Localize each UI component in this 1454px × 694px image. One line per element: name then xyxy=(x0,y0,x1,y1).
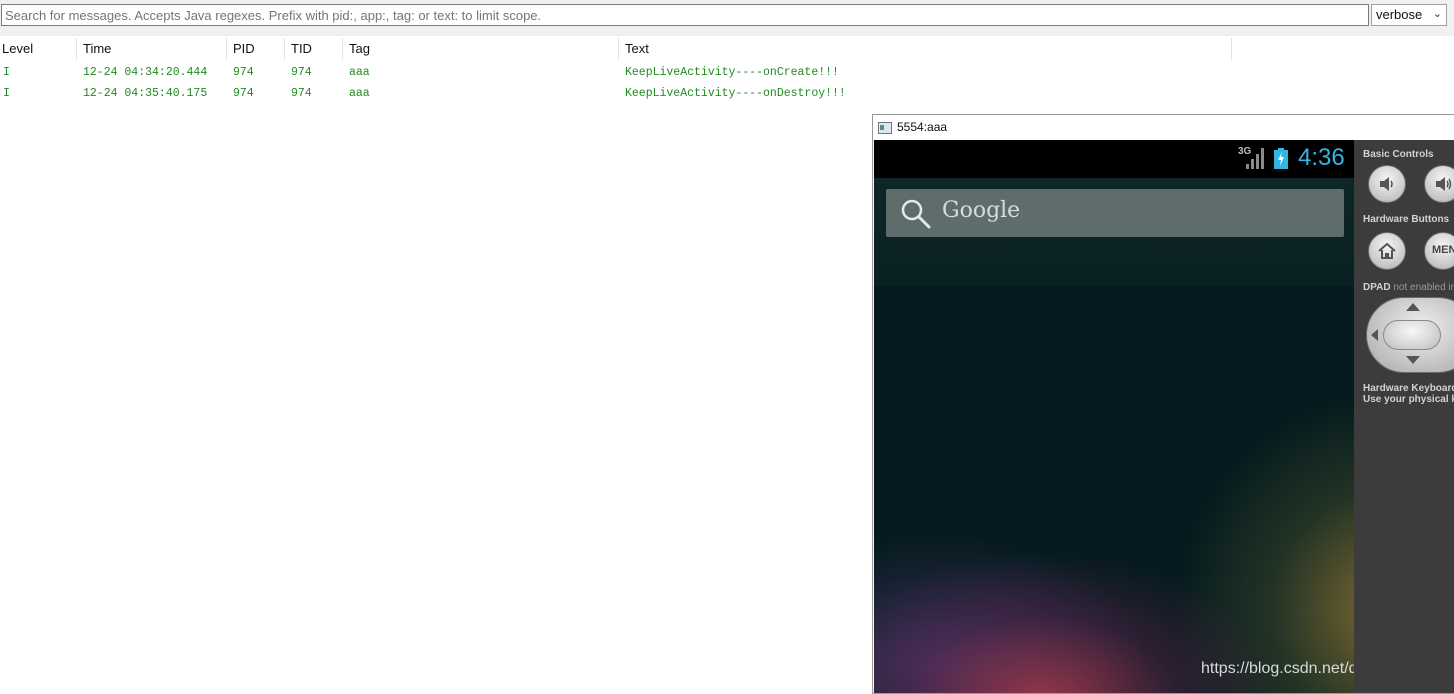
dpad-up-arrow-icon[interactable] xyxy=(1406,303,1420,311)
status-bar: 3G 4:36 xyxy=(874,140,1354,178)
volume-down-button[interactable] xyxy=(1368,165,1406,203)
log-tid: 974 xyxy=(291,66,312,79)
log-time: 12-24 04:35:40.175 xyxy=(83,87,208,100)
home-icon xyxy=(1378,242,1396,259)
search-icon xyxy=(901,199,931,229)
battery-icon xyxy=(1274,148,1288,169)
column-header-level[interactable]: Level xyxy=(0,38,33,60)
signal-strength-icon xyxy=(1246,148,1264,169)
volume-up-button[interactable] xyxy=(1424,165,1454,203)
chevron-down-icon: ⌄ xyxy=(1432,8,1442,20)
search-bar: verbose ⌄ xyxy=(0,0,1454,36)
dpad-control[interactable] xyxy=(1366,297,1454,373)
column-divider[interactable] xyxy=(1231,38,1232,60)
hardware-keyboard-label: Hardware Keyboard xyxy=(1363,383,1454,394)
device-screen[interactable]: 3G 4:36 Google https://blog.csdn.net/qq xyxy=(874,140,1354,693)
log-tag: aaa xyxy=(349,87,370,100)
column-header-tid[interactable]: TID xyxy=(289,38,312,60)
log-row[interactable]: I 12-24 04:35:40.175 974 974 aaa KeepLiv… xyxy=(0,84,870,104)
log-level-select[interactable]: verbose ⌄ xyxy=(1371,4,1447,26)
dpad-note: not enabled in xyxy=(1393,282,1454,293)
log-time: 12-24 04:34:20.444 xyxy=(83,66,208,79)
google-search-label: Google xyxy=(942,198,1021,223)
hardware-buttons-label: Hardware Buttons xyxy=(1363,214,1450,225)
emulator-controls-panel: Basic Controls Hardware Buttons MEN DPAD… xyxy=(1354,140,1454,693)
dpad-center-button[interactable] xyxy=(1383,320,1441,350)
emulator-window[interactable]: 5554:aaa 3G 4:36 Google https://blog.csd… xyxy=(872,114,1454,694)
column-header-pid[interactable]: PID xyxy=(231,38,255,60)
log-level: I xyxy=(3,87,10,100)
emulator-app-icon xyxy=(878,122,892,134)
log-row[interactable]: I 12-24 04:34:20.444 974 974 aaa KeepLiv… xyxy=(0,63,870,83)
log-level-value: verbose xyxy=(1376,7,1423,22)
column-divider[interactable] xyxy=(284,38,285,60)
speaker-icon xyxy=(1380,177,1393,191)
status-clock: 4:36 xyxy=(1298,144,1345,171)
log-tid: 974 xyxy=(291,87,312,100)
dpad-title: DPAD xyxy=(1363,282,1391,293)
google-search-widget[interactable]: Google xyxy=(886,189,1344,237)
emulator-title: 5554:aaa xyxy=(897,120,948,134)
emulator-title-bar[interactable]: 5554:aaa xyxy=(873,115,1454,140)
dpad-down-arrow-icon[interactable] xyxy=(1406,356,1420,364)
dpad-label: DPAD not enabled in xyxy=(1363,282,1454,293)
hardware-keyboard-note: Use your physical ke xyxy=(1363,394,1454,405)
log-text: KeepLiveActivity----onCreate!!! xyxy=(625,66,839,79)
dpad-left-arrow-icon[interactable] xyxy=(1371,329,1378,341)
log-tag: aaa xyxy=(349,66,370,79)
speaker-loud-icon xyxy=(1436,177,1452,191)
message-search-input[interactable] xyxy=(1,4,1369,26)
watermark: https://blog.csdn.net/qq_36828822 xyxy=(1201,660,1354,677)
log-text: KeepLiveActivity----onDestroy!!! xyxy=(625,87,846,100)
log-pid: 974 xyxy=(233,66,254,79)
column-divider[interactable] xyxy=(76,38,77,60)
column-divider[interactable] xyxy=(342,38,343,60)
menu-button[interactable]: MEN xyxy=(1424,232,1454,270)
menu-button-label: MEN xyxy=(1432,244,1454,256)
column-header-text[interactable]: Text xyxy=(623,38,649,60)
log-level: I xyxy=(3,66,10,79)
basic-controls-label: Basic Controls xyxy=(1363,149,1434,160)
log-table-header: Level Time PID TID Tag Text xyxy=(0,38,1232,60)
column-header-tag[interactable]: Tag xyxy=(347,38,370,60)
log-pid: 974 xyxy=(233,87,254,100)
column-divider[interactable] xyxy=(226,38,227,60)
home-button[interactable] xyxy=(1368,232,1406,270)
column-divider[interactable] xyxy=(618,38,619,60)
column-header-time[interactable]: Time xyxy=(81,38,111,60)
